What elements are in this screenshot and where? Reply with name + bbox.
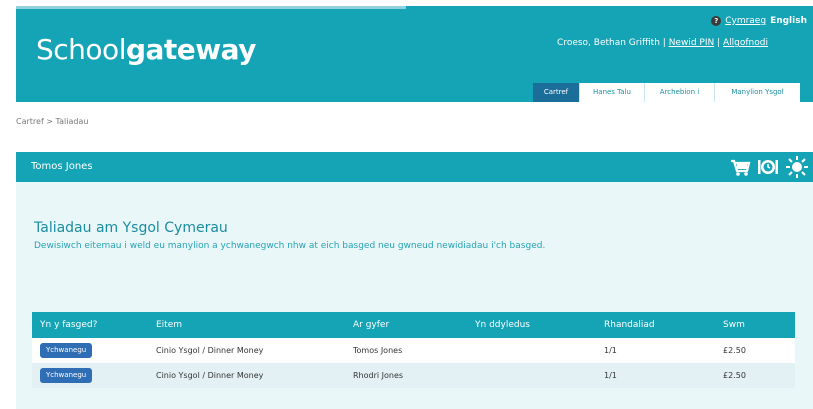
user-separator: | — [717, 38, 721, 48]
item-cell: Cinio Ysgol / Dinner Money — [156, 346, 264, 355]
col-header-item: Eitem — [156, 320, 183, 330]
logo-text-part2: l — [118, 33, 127, 66]
col-header-due: Yn ddyledus — [475, 320, 530, 330]
change-pin-link[interactable]: Newid PIN — [669, 38, 715, 48]
add-to-basket-button[interactable]: Ychwanegu — [40, 368, 93, 383]
installment-cell: 1/1 — [604, 346, 617, 355]
payments-panel: Tomos Jones Taliadau am Ysgol Cymerau De… — [16, 152, 813, 409]
logo-text-part3: gateway — [125, 33, 256, 66]
installment-cell: 1/1 — [604, 371, 617, 380]
tab-manylion-ysgol[interactable]: Manylion Ysgol — [714, 83, 800, 102]
student-bar-icons — [729, 155, 809, 179]
english-label: English — [770, 16, 807, 26]
col-header-amount: Swm — [723, 320, 745, 330]
add-to-basket-button[interactable]: Ychwanegu — [40, 343, 93, 358]
amount-cell: £2.50 — [723, 346, 746, 355]
col-header-in-basket: Yn y fasged? — [40, 320, 98, 330]
logo-text-oo: oo — [85, 33, 119, 66]
cymraeg-link[interactable]: Cymraeg — [725, 16, 766, 26]
payments-title: Taliadau am Ysgol Cymerau — [34, 220, 228, 236]
table-row: Ychwanegu Cinio Ysgol / Dinner Money Tom… — [32, 338, 795, 363]
payments-description: Dewisiwch eitemau i weld eu manylion a y… — [34, 241, 546, 251]
item-cell: Cinio Ysgol / Dinner Money — [156, 371, 264, 380]
language-switcher: ? Cymraeg English — [711, 16, 807, 26]
add-cell: Ychwanegu — [32, 368, 156, 383]
student-bar: Tomos Jones — [16, 152, 813, 182]
user-info: Croeso, Bethan Griffith | Newid PIN | Al… — [557, 38, 768, 48]
payments-table: Yn y fasged? Eitem Ar gyfer Yn ddyledus … — [32, 312, 795, 388]
app-logo[interactable]: Schoolgateway — [36, 33, 256, 66]
logout-link[interactable]: Allgofnodi — [723, 38, 768, 48]
help-icon[interactable]: ? — [711, 16, 722, 26]
sun-icon[interactable] — [785, 155, 809, 179]
user-greeting: Croeso, Bethan Griffith | — [557, 38, 666, 48]
tab-archebion[interactable]: Archebion i — [644, 83, 714, 102]
add-cell: Ychwanegu — [32, 343, 156, 358]
clock-icon[interactable] — [757, 156, 779, 178]
amount-cell: £2.50 — [723, 371, 746, 380]
col-header-for: Ar gyfer — [353, 320, 390, 330]
table-row: Ychwanegu Cinio Ysgol / Dinner Money Rho… — [32, 363, 795, 388]
table-header: Yn y fasged? Eitem Ar gyfer Yn ddyledus … — [32, 312, 795, 338]
col-header-installment: Rhandaliad — [604, 320, 655, 330]
logo-text-part1: Sch — [36, 33, 86, 66]
for-cell: Rhodri Jones — [353, 371, 404, 380]
tab-cartref[interactable]: Cartref — [533, 83, 579, 102]
main-tabs: Cartref Hanes Talu Archebion i Manylion … — [533, 83, 800, 102]
basket-icon[interactable] — [729, 156, 751, 178]
top-strip — [16, 6, 406, 9]
for-cell: Tomos Jones — [353, 346, 403, 355]
tab-hanes-talu[interactable]: Hanes Talu — [579, 83, 644, 102]
student-name: Tomos Jones — [31, 161, 93, 172]
breadcrumb: Cartref > Taliadau — [16, 117, 89, 126]
